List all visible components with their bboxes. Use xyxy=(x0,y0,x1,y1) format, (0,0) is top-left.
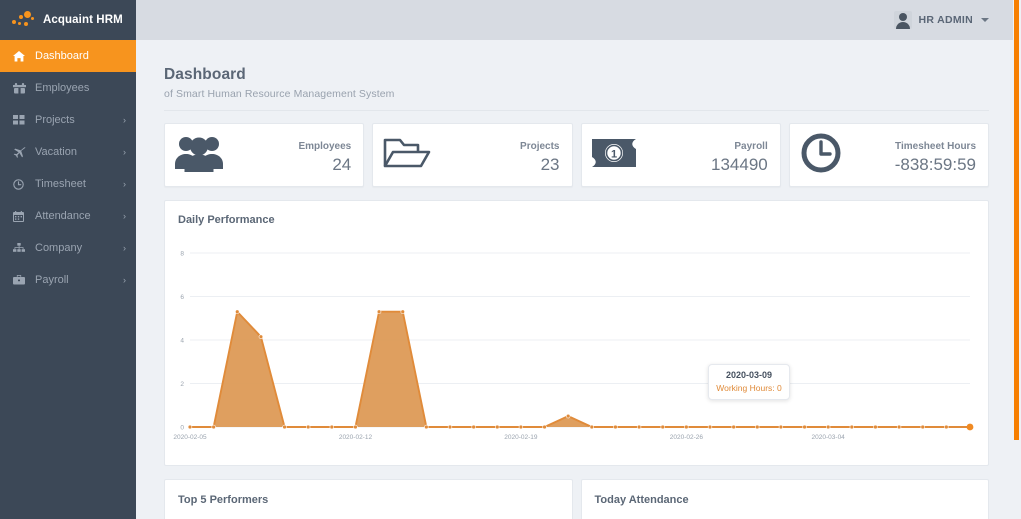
user-name: HR ADMIN xyxy=(918,14,973,26)
sidebar-item-company[interactable]: Company › xyxy=(0,232,136,264)
sidebar-item-projects[interactable]: Projects › xyxy=(0,104,136,136)
sitemap-icon xyxy=(13,243,28,253)
chart-x-axis-ticks: 2020-02-05 2020-02-12 2020-02-19 2020-02-26… xyxy=(173,434,845,441)
svg-text:4: 4 xyxy=(180,338,184,345)
clock-icon xyxy=(800,132,842,179)
sidebar-item-vacation[interactable]: Vacation › xyxy=(0,136,136,168)
svg-text:2020-02-12: 2020-02-12 xyxy=(339,434,373,441)
sidebar-label-company: Company xyxy=(35,242,83,254)
svg-text:2020-02-26: 2020-02-26 xyxy=(670,434,704,441)
page-scrollbar-thumb[interactable] xyxy=(1014,0,1019,440)
sidebar-item-timesheet[interactable]: Timesheet › xyxy=(0,168,136,200)
chart-gridlines xyxy=(190,252,970,428)
chart-line xyxy=(190,310,970,428)
stat-label-projects: Projects xyxy=(520,140,560,152)
today-attendance-panel: Today Attendance xyxy=(580,479,989,519)
sidebar-label-timesheet: Timesheet xyxy=(35,178,86,190)
chevron-right-icon-company: › xyxy=(123,242,126,253)
chart-area[interactable]: 02468 2020-02-05 2020-02-12 2020-02-19 2020… xyxy=(165,231,988,463)
svg-text:2020-03-04: 2020-03-04 xyxy=(812,434,846,441)
clock-icon xyxy=(13,178,28,190)
top-performers-panel: Top 5 Performers xyxy=(164,479,573,519)
chevron-right-icon-payroll: › xyxy=(123,274,126,285)
svg-text:8: 8 xyxy=(180,251,184,258)
stat-card-payroll[interactable]: 1 Payroll 134490 xyxy=(580,123,781,187)
main-content: Dashboard of Smart Human Resource Manage… xyxy=(136,40,1013,519)
chart-tooltip: 2020-03-09 Working Hours: 0 xyxy=(708,364,790,400)
stat-label-employees: Employees xyxy=(298,140,352,152)
chevron-down-icon[interactable] xyxy=(981,18,989,22)
svg-text:2020-02-05: 2020-02-05 xyxy=(173,434,207,441)
svg-text:2: 2 xyxy=(180,381,184,388)
dots-logo-icon xyxy=(11,11,36,29)
tooltip-value: Working Hours: 0 xyxy=(716,383,782,393)
grid-icon xyxy=(13,115,28,125)
sidebar-item-employees[interactable]: Employees xyxy=(0,72,136,104)
stat-number-timesheet-hours: -838:59:59 xyxy=(894,154,976,174)
daily-performance-panel: Daily Performance 02468 2020-02-05 2020-0… xyxy=(164,200,989,466)
page-scrollbar-track[interactable] xyxy=(1013,0,1021,519)
bottom-panels: Top 5 Performers Today Attendance xyxy=(136,466,1013,519)
users-group-icon xyxy=(175,134,223,177)
svg-text:2020-02-19: 2020-02-19 xyxy=(504,434,538,441)
chevron-right-icon-projects: › xyxy=(123,114,126,125)
stat-card-employees[interactable]: Employees 24 xyxy=(164,123,365,187)
top-performers-title: Top 5 Performers xyxy=(178,494,269,506)
stat-card-projects[interactable]: Projects 23 xyxy=(372,123,573,187)
sidebar-label-vacation: Vacation xyxy=(35,146,77,158)
briefcase-icon xyxy=(13,275,28,285)
chevron-right-icon-vacation: › xyxy=(123,146,126,157)
chart-y-axis-ticks: 0 2 4 6 8 xyxy=(180,251,184,432)
page-header: Dashboard of Smart Human Resource Manage… xyxy=(136,40,1013,111)
sidebar-label-projects: Projects xyxy=(35,114,75,126)
calendar-icon xyxy=(13,210,28,222)
page-title: Dashboard xyxy=(164,66,246,83)
home-icon xyxy=(13,50,28,62)
stat-value-block-employees: Employees 24 xyxy=(298,136,351,175)
folder-icon xyxy=(383,134,431,177)
sidebar-item-payroll[interactable]: Payroll › xyxy=(0,264,136,296)
stat-cards: Employees 24 Projects 23 1 Payroll 13449… xyxy=(136,111,1013,187)
svg-text:6: 6 xyxy=(180,294,184,301)
tooltip-date: 2020-03-09 xyxy=(725,370,773,380)
stat-card-timesheet-hours[interactable]: Timesheet Hours -838:59:59 xyxy=(788,123,989,187)
app-root: Acquaint HRM Dashboard Employees Project… xyxy=(0,0,1021,519)
plane-icon xyxy=(13,146,28,158)
stat-number-employees: 24 xyxy=(332,154,352,174)
chart-data-points xyxy=(187,309,974,431)
page-subtitle: of Smart Human Resource Management Syste… xyxy=(164,88,395,100)
chevron-right-icon-timesheet: › xyxy=(123,178,126,189)
banknote-icon: 1 xyxy=(591,137,636,174)
stat-label-timesheet-hours: Timesheet Hours xyxy=(895,140,976,152)
stat-number-payroll: 134490 xyxy=(711,154,768,174)
brand-name: Acquaint HRM xyxy=(43,14,123,26)
svg-text:0: 0 xyxy=(180,425,184,432)
performance-area-chart[interactable]: 02468 2020-02-05 2020-02-12 2020-02-19 2020… xyxy=(165,231,990,463)
users-icon xyxy=(13,82,28,94)
sidebar: Acquaint HRM Dashboard Employees Project… xyxy=(0,0,140,519)
stat-label-payroll: Payroll xyxy=(734,140,768,152)
sidebar-label-dashboard: Dashboard xyxy=(35,50,89,62)
stat-number-projects: 23 xyxy=(540,154,560,174)
sidebar-label-employees: Employees xyxy=(35,82,90,94)
sidebar-item-attendance[interactable]: Attendance › xyxy=(0,200,136,232)
sidebar-label-payroll: Payroll xyxy=(35,274,69,286)
brand-logo[interactable]: Acquaint HRM xyxy=(0,0,136,40)
user-menu[interactable]: HR ADMIN xyxy=(894,0,989,40)
chart-title: Daily Performance xyxy=(178,214,275,226)
stat-value-block-projects: Projects 23 xyxy=(520,136,559,175)
chevron-right-icon-attendance: › xyxy=(123,210,126,221)
stat-value-block-payroll: Payroll 134490 xyxy=(711,136,768,175)
stat-value-block-timesheet-hours: Timesheet Hours -838:59:59 xyxy=(895,136,976,175)
sidebar-label-attendance: Attendance xyxy=(35,210,91,222)
top-header: HR ADMIN xyxy=(136,0,1013,40)
today-attendance-title: Today Attendance xyxy=(594,494,689,506)
sidebar-item-dashboard[interactable]: Dashboard xyxy=(0,40,140,72)
chart-area-fill xyxy=(190,311,970,427)
avatar xyxy=(894,11,913,29)
svg-text:1: 1 xyxy=(610,148,616,160)
